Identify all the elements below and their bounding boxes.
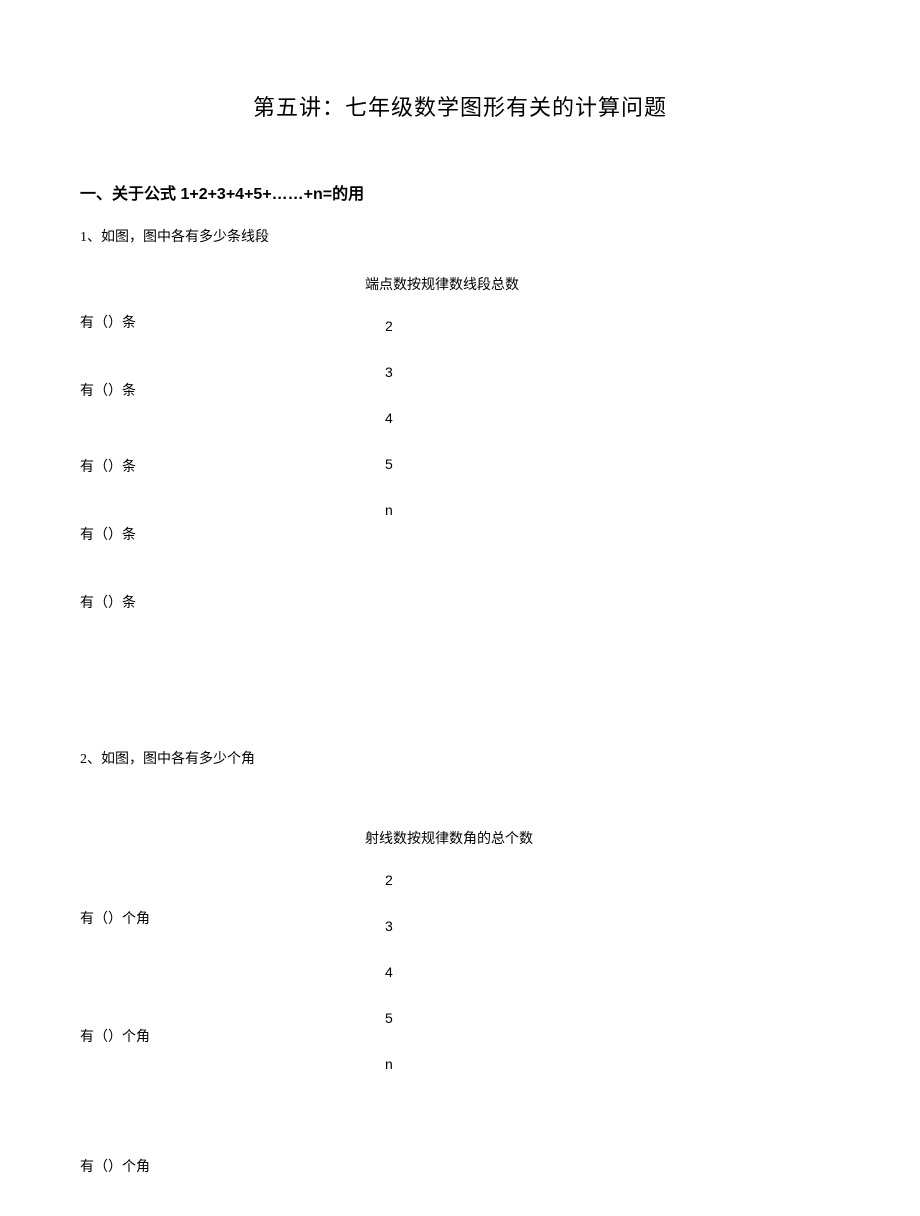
q2-left-item: 有（）个角 — [80, 1026, 365, 1046]
section-heading: 一、关于公式 1+2+3+4+5+……+n=的用 — [80, 180, 840, 204]
q2-num: 4 — [385, 964, 533, 980]
q1-intro: 1、如图，图中各有多少条线段 — [80, 226, 840, 246]
q1-body: 有（）条 有（）条 有（）条 有（）条 有（）条 端点数按规律数线段总数 2 3… — [80, 274, 840, 660]
q1-left-item: 有（）条 — [80, 456, 365, 476]
q2-numbers: 2 3 4 5 n — [385, 872, 533, 1072]
q2-right-header: 射线数按规律数角的总个数 — [365, 828, 533, 848]
q1-left-column: 有（）条 有（）条 有（）条 有（）条 有（）条 — [80, 274, 365, 660]
q1-num: 5 — [385, 456, 519, 472]
q2-right-column: 射线数按规律数角的总个数 2 3 4 5 n — [365, 828, 533, 1102]
q1-right-header: 端点数按规律数线段总数 — [365, 274, 519, 294]
q2-left-column: 有（）个角 有（）个角 有（）个角 — [80, 828, 365, 1176]
q1-right-column: 端点数按规律数线段总数 2 3 4 5 n — [365, 274, 519, 548]
q2-num: n — [385, 1056, 533, 1072]
q2-body: 有（）个角 有（）个角 有（）个角 射线数按规律数角的总个数 2 3 4 5 n — [80, 828, 840, 1176]
page-title: 第五讲：七年级数学图形有关的计算问题 — [80, 90, 840, 122]
q2-left-item: 有（）个角 — [80, 908, 365, 928]
q1-num: 3 — [385, 364, 519, 380]
q1-left-item: 有（）条 — [80, 312, 365, 332]
document-page: 第五讲：七年级数学图形有关的计算问题 一、关于公式 1+2+3+4+5+……+n… — [0, 0, 920, 1216]
q2-num: 3 — [385, 918, 533, 934]
q2-intro: 2、如图，图中各有多少个角 — [80, 748, 840, 768]
q1-num: n — [385, 502, 519, 518]
q1-num: 4 — [385, 410, 519, 426]
spacer — [80, 660, 840, 748]
q1-numbers: 2 3 4 5 n — [385, 318, 519, 518]
q2-left-item: 有（）个角 — [80, 1156, 365, 1176]
q1-left-item: 有（）条 — [80, 524, 365, 544]
q2-num: 2 — [385, 872, 533, 888]
q2-num: 5 — [385, 1010, 533, 1026]
q1-left-item: 有（）条 — [80, 592, 365, 612]
q1-num: 2 — [385, 318, 519, 334]
q1-left-item: 有（）条 — [80, 380, 365, 400]
